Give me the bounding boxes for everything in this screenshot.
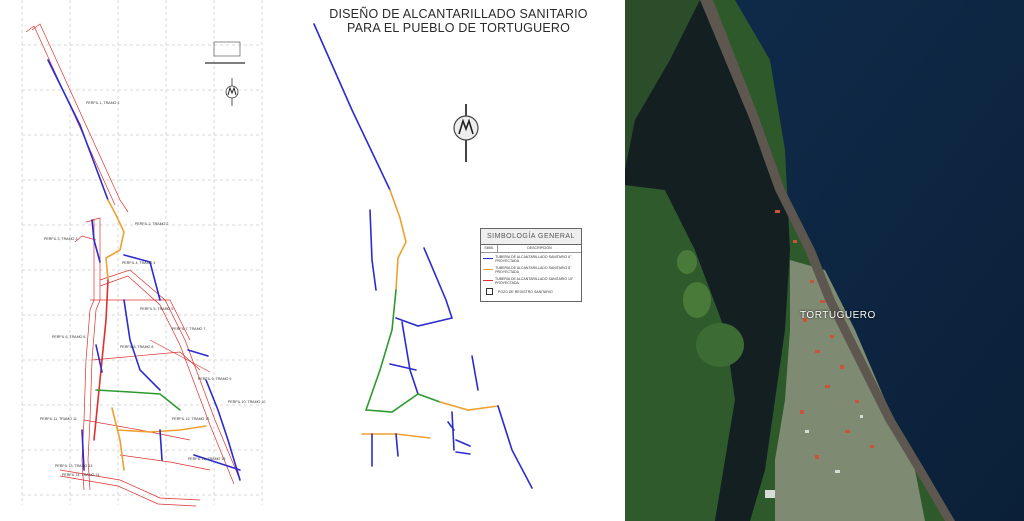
- profile-label: PERFIL 4, TRAMO 4: [122, 261, 155, 265]
- legend-item: TUBERIA DE ALCANTARILLADO SANITARIO 8" P…: [481, 264, 581, 275]
- plan-drawing-panel: PERFIL 1, TRAMO 1 PERFIL 2, TRAMO 2 PERF…: [0, 0, 292, 521]
- legend-item: TUBERIA DE ALCANTARILLADO SANITARIO 6" P…: [481, 253, 581, 264]
- profile-label: PERFIL 10, TRAMO 10: [228, 400, 265, 404]
- legend-swatch: [483, 269, 494, 270]
- legend-text: TUBERIA DE ALCANTARILLADO SANITARIO 6" P…: [495, 254, 572, 263]
- legend-text: TUBERIA DE ALCANTARILLADO SANITARIO 10" …: [495, 276, 574, 285]
- profile-label: PERFIL 13, TRAMO 13: [55, 464, 92, 468]
- legend-swatch: [483, 258, 494, 259]
- legend-columns: SIMB. DESCRIPCIÓN: [481, 245, 581, 253]
- legend-item: TUBERIA DE ALCANTARILLADO SANITARIO 10" …: [481, 275, 581, 286]
- profile-label: PERFIL 3, TRAMO 3: [44, 237, 77, 241]
- manhole-symbol-icon: [486, 288, 493, 295]
- legend-swatch: [483, 280, 494, 281]
- island: [696, 323, 744, 367]
- legend-col-description: DESCRIPCIÓN: [527, 246, 552, 250]
- legend-box: SIMBOLOGÍA GENERAL SIMB. DESCRIPCIÓN TUB…: [480, 228, 582, 302]
- profile-label: PERFIL 12, TRAMO 12: [172, 417, 209, 421]
- legend-col-symbol: SIMB.: [481, 245, 498, 252]
- north-arrow-icon: [225, 78, 239, 106]
- profile-label: PERFIL 15, TRAMO 15: [188, 457, 225, 461]
- profile-label: PERFIL 8, TRAMO 8: [120, 345, 153, 349]
- profile-label: PERFIL 6, TRAMO 6: [52, 335, 85, 339]
- legend-text: POZO DE REGISTRO SANITARIO: [498, 289, 553, 294]
- road-edges: [25, 23, 241, 507]
- coordinate-grid: [21, 0, 263, 505]
- profile-label: PERFIL 11, TRAMO 11: [40, 417, 77, 421]
- profile-label: PERFIL 14, TRAMO 14: [62, 473, 99, 477]
- satellite-map-panel: TORTUGUERO: [625, 0, 1024, 521]
- legend-text: TUBERIA DE ALCANTARILLADO SANITARIO 8" P…: [495, 265, 572, 274]
- legend-item: POZO DE REGISTRO SANITARIO: [481, 286, 581, 297]
- profile-label: PERFIL 7, TRAMO 7: [172, 327, 205, 331]
- profile-label: PERFIL 1, TRAMO 1: [86, 101, 119, 105]
- tortuguero-map-label: TORTUGUERO: [800, 310, 876, 321]
- plan-drawing: PERFIL 1, TRAMO 1 PERFIL 2, TRAMO 2 PERF…: [21, 0, 265, 507]
- satellite-image: [625, 0, 1024, 521]
- profile-label: PERFIL 5, TRAMO 5: [140, 307, 173, 311]
- island: [677, 250, 697, 274]
- profile-label: PERFIL 9, TRAMO 9: [198, 377, 231, 381]
- profile-label: PERFIL 2, TRAMO 2: [135, 222, 168, 226]
- compass-icon: [453, 104, 479, 162]
- network-panel: DISEÑO DE ALCANTARILLADO SANITARIO PARA …: [292, 0, 625, 521]
- legend-title: SIMBOLOGÍA GENERAL: [481, 229, 581, 245]
- island: [683, 282, 711, 318]
- scale-box: [213, 41, 241, 57]
